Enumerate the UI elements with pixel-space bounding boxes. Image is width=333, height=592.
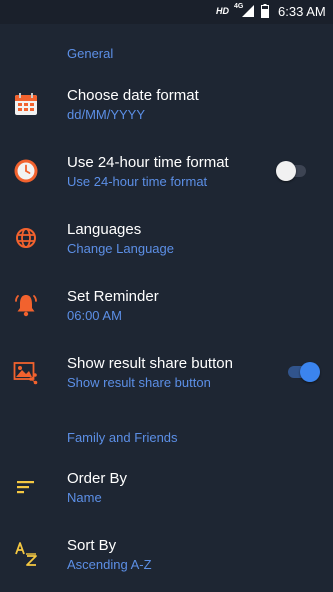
status-bar: HD 4G 6:33 AM	[0, 0, 333, 24]
setting-title: Languages	[67, 221, 142, 238]
toggle-thumb	[276, 161, 296, 181]
clock-time: 6:33 AM	[278, 4, 326, 19]
setting-languages[interactable]: Languages Change Language	[0, 208, 333, 268]
setting-title: Sort By	[67, 537, 117, 554]
battery-icon	[261, 4, 269, 18]
setting-subtitle: Change Language	[67, 241, 174, 256]
setting-subtitle: Ascending A-Z	[67, 557, 152, 572]
setting-order-by[interactable]: Order By Name	[0, 457, 333, 517]
setting-title: Show result share button	[67, 355, 233, 372]
signal-icon	[242, 5, 254, 17]
setting-date-format[interactable]: Choose date format dd/MM/YYYY	[0, 74, 333, 134]
setting-sort-by[interactable]: Sort By Ascending A-Z	[0, 524, 333, 584]
setting-title: Use 24-hour time format	[67, 154, 229, 171]
setting-title: Choose date format	[67, 87, 199, 104]
toggle-thumb	[300, 362, 320, 382]
setting-reminder[interactable]: Set Reminder 06:00 AM	[0, 275, 333, 335]
section-header-general: General	[67, 46, 114, 61]
calendar-icon	[15, 93, 37, 115]
globe-icon	[16, 228, 36, 248]
time-format-toggle[interactable]	[276, 159, 308, 181]
setting-title: Set Reminder	[67, 288, 159, 305]
az-sort-icon	[15, 542, 37, 566]
clock-icon	[14, 159, 38, 183]
bell-icon	[15, 295, 37, 317]
setting-subtitle: Use 24-hour time format	[67, 174, 208, 189]
setting-title: Order By	[67, 470, 128, 487]
setting-subtitle: dd/MM/YYYY	[67, 107, 146, 122]
setting-share-button[interactable]: Show result share button Show result sha…	[0, 342, 333, 402]
setting-time-format[interactable]: Use 24-hour time format Use 24-hour time…	[0, 141, 333, 201]
setting-subtitle: Name	[67, 490, 102, 505]
setting-subtitle: 06:00 AM	[67, 308, 122, 323]
image-share-icon	[13, 362, 38, 385]
section-header-family: Family and Friends	[67, 430, 178, 445]
share-button-toggle[interactable]	[286, 360, 320, 382]
setting-subtitle: Show result share button	[67, 375, 211, 390]
hd-indicator: HD	[216, 6, 229, 16]
sort-lines-icon	[17, 481, 34, 494]
